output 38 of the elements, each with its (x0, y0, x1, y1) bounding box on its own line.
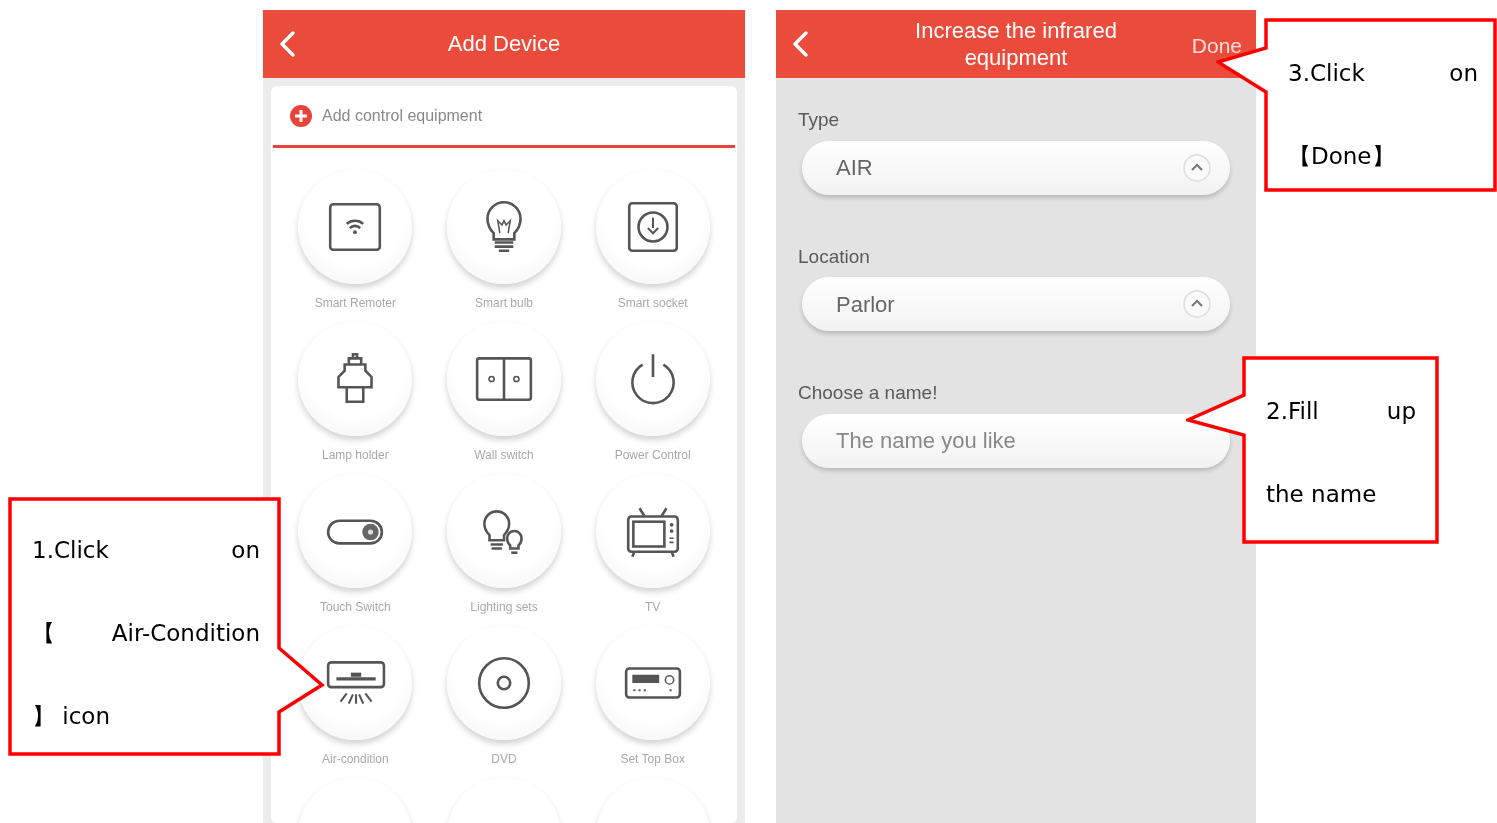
device-button[interactable] (447, 474, 561, 588)
dropdown-field[interactable]: AIR (802, 140, 1230, 195)
device-label: Set Top Box (620, 751, 685, 768)
device-label: Lamp holder (321, 447, 389, 464)
device-label: Power Control (614, 447, 691, 464)
add-icon[interactable] (289, 103, 313, 128)
callout-text: 】 icon (32, 702, 111, 731)
device-label: Smart socket (617, 295, 688, 312)
name-input-field[interactable]: The name you like (802, 413, 1230, 468)
device-label: TV (645, 599, 661, 616)
chevron-up-icon (1182, 289, 1212, 319)
callout-text: 【 Air-Condition (32, 619, 260, 648)
device-label: Wall switch (474, 447, 534, 464)
device-label: Touch Switch (319, 599, 391, 616)
device-label: Air-condition (321, 751, 389, 768)
add-equipment-label[interactable]: Add control equipment (322, 103, 483, 128)
chevron-up-icon (1182, 152, 1212, 183)
device-label: Smart bulb (474, 295, 533, 312)
device-button[interactable] (447, 170, 561, 284)
callout-text: the name (1266, 480, 1378, 509)
done-button[interactable]: Done (1191, 30, 1242, 62)
field-label: Choose a name! (798, 381, 939, 405)
screen-title: Add Device (447, 30, 561, 58)
back-icon[interactable] (790, 30, 810, 58)
screen-title: Increase the infrared equipment (914, 16, 1118, 72)
device-label: Lighting sets (470, 599, 538, 616)
device-label: DVD (491, 751, 517, 768)
device-label: Smart Remoter (314, 295, 396, 312)
dropdown-field[interactable]: Parlor (802, 277, 1230, 331)
callout-text: 1.Click on (32, 536, 260, 565)
back-icon[interactable] (277, 30, 297, 58)
field-label: Type (798, 108, 841, 132)
callout-text: 3.Click on (1288, 59, 1478, 88)
callout-text: 【Done】 (1288, 142, 1396, 171)
device-button[interactable] (447, 322, 561, 436)
callout-text: 2.Fill up (1266, 397, 1416, 426)
device-button[interactable] (447, 626, 561, 740)
field-label: Location (798, 244, 871, 269)
